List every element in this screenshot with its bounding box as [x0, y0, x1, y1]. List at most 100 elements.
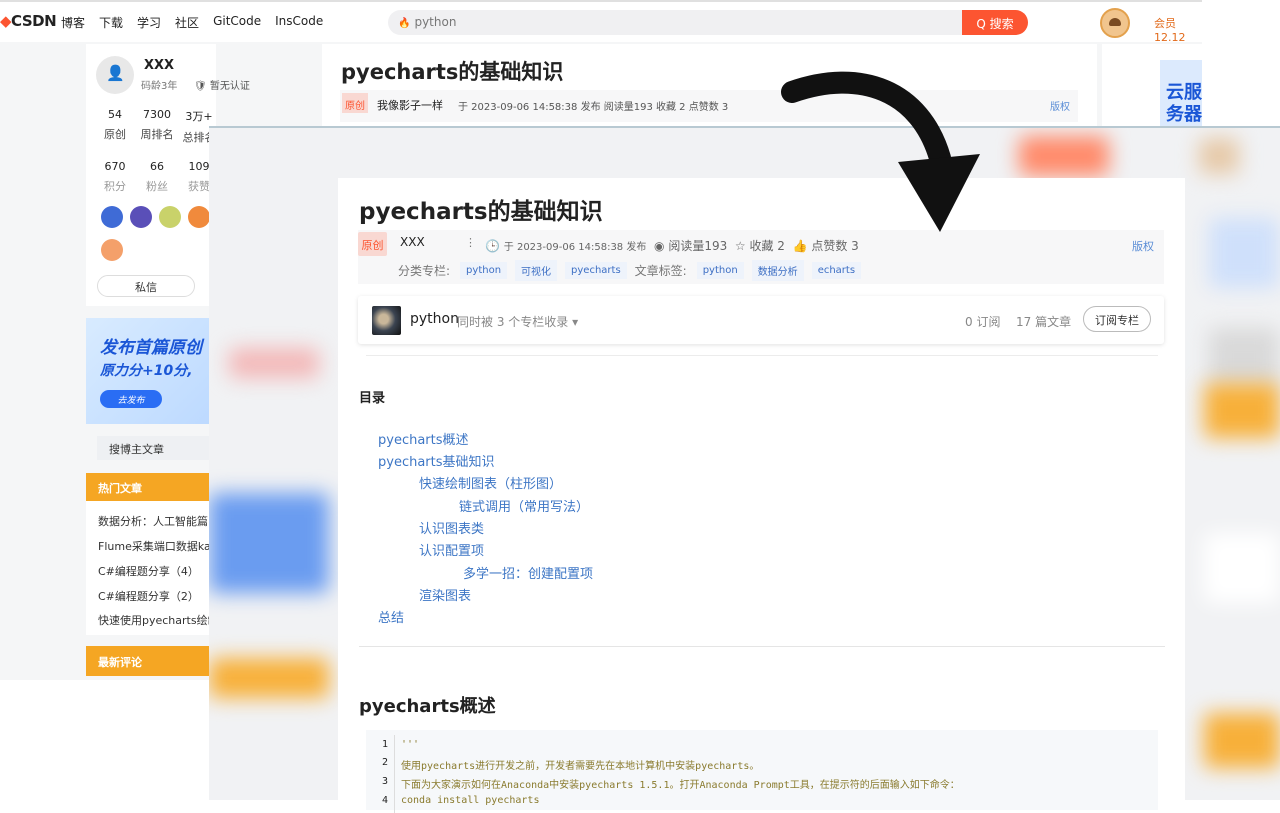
profile-cert: 🛡 暂无认证 [194, 81, 250, 92]
column-collected-dropdown[interactable]: 同时被 3 个专栏收录 ▾ [457, 313, 578, 330]
favorite-count[interactable]: 收藏 2 [749, 239, 784, 253]
thumbs-up-icon[interactable]: 👍 [793, 239, 808, 253]
badge-icon[interactable] [159, 206, 181, 228]
article-tag[interactable]: echarts [811, 262, 862, 279]
profile-avatar[interactable] [96, 56, 134, 94]
toc-item[interactable]: 认识配置项 [419, 540, 484, 559]
copyright-link[interactable]: 版权 [1132, 238, 1154, 254]
code-line: 2 使用pyecharts进行开发之前，开发者需要先在本地计算机中安装pyech… [366, 753, 1158, 775]
blurred-decor [1199, 138, 1239, 174]
toc-item[interactable]: pyecharts概述 [378, 429, 469, 448]
profile-age: 码龄3年 [141, 81, 178, 92]
nav-item-inscode[interactable]: InsCode [275, 14, 323, 31]
blogger-search-input[interactable]: 搜博主文章 [97, 436, 217, 460]
blurred-decor [1204, 533, 1280, 603]
search-input[interactable]: 🔥 python [388, 10, 962, 35]
cloud-ad[interactable]: 云服务器 [1160, 60, 1202, 130]
line-number: 3 [381, 776, 388, 787]
flame-icon: 🔥 [398, 18, 411, 29]
nav-item-blog[interactable]: 博客 [61, 14, 85, 31]
article-title: pyecharts的基础知识 [359, 199, 603, 225]
badge-icon[interactable] [101, 206, 123, 228]
column-name[interactable]: python [410, 311, 459, 327]
toc-item[interactable]: pyecharts基础知识 [378, 451, 495, 470]
code-text: 使用pyecharts进行开发之前，开发者需要先在本地计算机中安装pyechar… [401, 761, 760, 772]
blurred-decor [1019, 136, 1109, 176]
toc-title: 目录 [359, 391, 386, 406]
like-count[interactable]: 点赞数 3 [811, 239, 858, 253]
badge-icon[interactable] [188, 206, 210, 228]
nav-item-gitcode[interactable]: GitCode [213, 14, 261, 31]
line-number: 1 [381, 739, 388, 750]
article-tag[interactable]: 数据分析 [751, 260, 804, 281]
column-thumbnail[interactable] [372, 306, 401, 335]
toc-item[interactable]: 渲染图表 [419, 585, 471, 604]
user-avatar[interactable] [1100, 8, 1130, 38]
code-block[interactable]: 1 ''' 2 使用pyecharts进行开发之前，开发者需要先在本地计算机中安… [366, 730, 1158, 813]
code-text: 下面为大家演示如何在Anaconda中安装pyecharts 1.5.1。打开A… [401, 780, 960, 791]
badge-icon[interactable] [101, 239, 123, 261]
blurred-decor [209, 658, 329, 698]
article-author[interactable]: XXX [400, 235, 425, 249]
hot-article-item[interactable]: 快速使用pyecharts绘制 [98, 612, 219, 628]
nav-menu: 博客 下载 学习 社区 GitCode InsCode [61, 14, 337, 31]
column-tag[interactable]: pyecharts [565, 262, 627, 279]
nav-item-community[interactable]: 社区 [175, 14, 199, 31]
subscribe-column-button[interactable]: 订阅专栏 [1083, 306, 1151, 332]
promo-button[interactable]: 去发布 [100, 390, 162, 408]
toc-item[interactable]: 多学一招：创建配置项 [463, 563, 593, 582]
hot-article-item[interactable]: C#编程题分享（4） [98, 563, 199, 579]
toc-item[interactable]: 认识图表类 [419, 518, 484, 537]
promo-title: 发布首篇原创 [100, 338, 202, 358]
stat-fans: 66 粉丝 [146, 160, 168, 193]
profile-name[interactable]: XXX [144, 58, 174, 73]
code-line: 1 ''' [366, 735, 1158, 757]
code-text: conda install pyecharts [401, 795, 540, 806]
blurred-decor [209, 493, 329, 593]
bg-copyright[interactable]: 版权 [1050, 98, 1070, 113]
view-count: 阅读量193 [668, 239, 728, 253]
bg-author[interactable]: 我像影子一样 [377, 97, 443, 113]
curved-arrow-icon [781, 71, 980, 232]
column-tag[interactable]: 可视化 [515, 260, 558, 281]
toc-item[interactable]: 快速绘制图表（柱形图） [419, 473, 562, 492]
search-button[interactable]: Q 搜索 [962, 10, 1028, 35]
code-text: ''' [401, 739, 420, 750]
original-badge: 原创 [358, 232, 387, 256]
article-tag[interactable]: python [696, 262, 744, 279]
star-icon[interactable]: ☆ [735, 239, 746, 253]
csdn-logo[interactable]: ◆CSDN [0, 12, 57, 30]
stat-weekly-rank: 7300 周排名 [140, 108, 174, 141]
profile-card: XXX 码龄3年 🛡 暂无认证 54原创 7300周排名 3万+总排名 670积… [86, 44, 250, 306]
section-divider [359, 646, 1165, 647]
publish-time: 于 2023-09-06 14:58:38 发布 [503, 242, 647, 253]
line-number: 2 [381, 757, 388, 768]
column-tag[interactable]: python [460, 262, 508, 279]
top-navbar: ◆CSDN 博客 下载 学习 社区 GitCode InsCode 🔥 pytho… [0, 0, 1202, 44]
original-badge: 原创 [342, 93, 368, 113]
badge-icon[interactable] [130, 206, 152, 228]
column-article-count: 17 篇文章 [1016, 315, 1072, 329]
message-button[interactable]: 私信 [97, 275, 195, 297]
blurred-decor [1204, 713, 1280, 768]
blurred-decor [1204, 383, 1280, 438]
code-line: 3 下面为大家演示如何在Anaconda中安装pyecharts 1.5.1。打… [366, 772, 1158, 794]
tag-label: 文章标签: [634, 264, 687, 278]
hot-article-item[interactable]: C#编程题分享（2） [98, 588, 199, 604]
nav-item-download[interactable]: 下载 [99, 14, 123, 31]
bg-meta-info: 于 2023-09-06 14:58:38 发布 阅读量193 收藏 2 点赞数… [458, 102, 729, 113]
stat-original: 54 原创 [104, 108, 126, 141]
vip-link[interactable]: 会员12.12 [1154, 15, 1202, 44]
toc-item[interactable]: 链式调用（常用写法） [459, 496, 589, 515]
blurred-decor [1209, 328, 1279, 388]
column-card: python 同时被 3 个专栏收录 ▾ 0 订阅 17 篇文章 订阅专栏 [358, 296, 1164, 344]
latest-comments-header: 最新评论 [86, 646, 216, 676]
column-label: 分类专栏: [398, 264, 451, 278]
hot-article-item[interactable]: 数据分析：人工智能篇 [98, 513, 208, 529]
column-subscribers: 0 订阅 [965, 315, 1001, 329]
promo-subtitle: 原力分+10分, [100, 363, 193, 379]
hot-articles-header: 热门文章 [86, 473, 216, 501]
nav-item-learn[interactable]: 学习 [137, 14, 161, 31]
more-icon[interactable]: ⋮ [465, 236, 476, 249]
toc-item[interactable]: 总结 [378, 607, 404, 626]
